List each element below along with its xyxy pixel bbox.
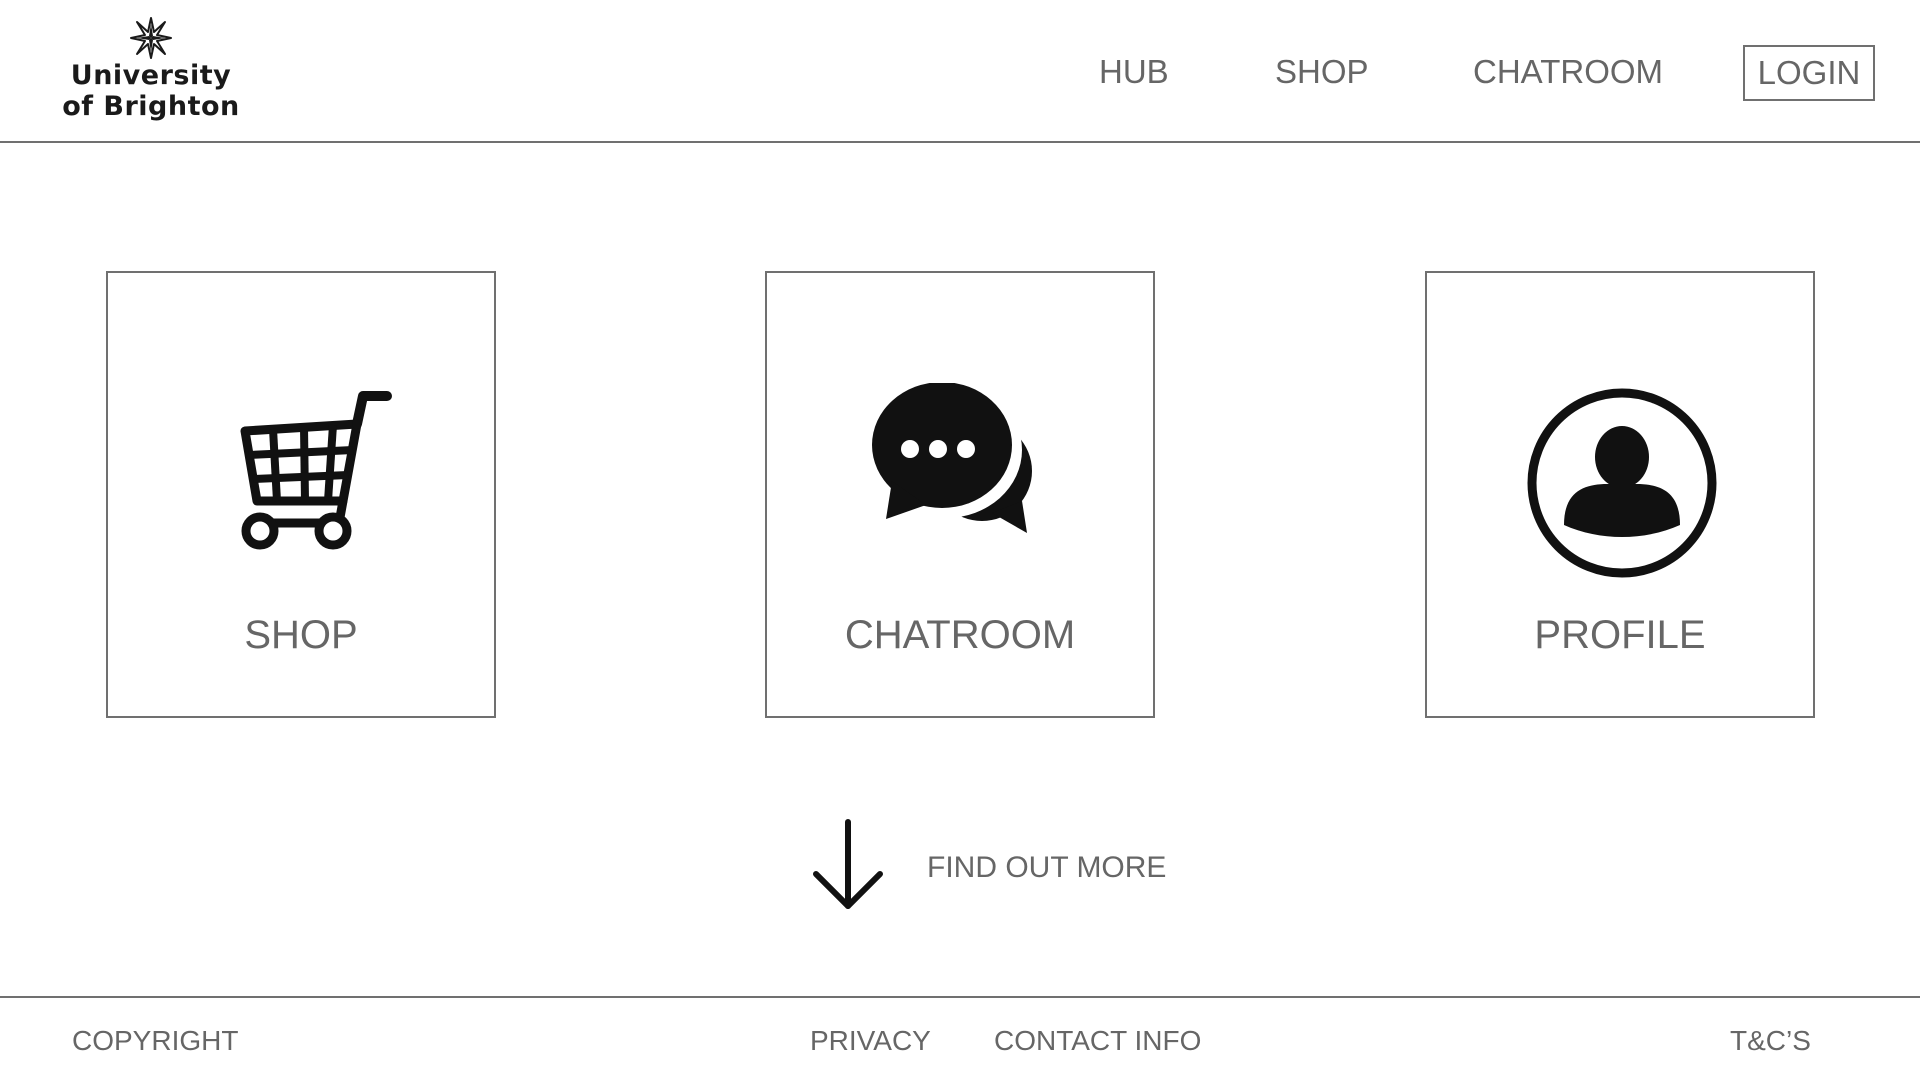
star-icon [130, 17, 172, 59]
nav-hub[interactable]: HUB [1099, 52, 1169, 92]
footer-terms-link[interactable]: T&C’S [1730, 1024, 1811, 1058]
profile-card[interactable]: PROFILE [1425, 271, 1815, 718]
find-out-more-label: FIND OUT MORE [927, 851, 1167, 884]
chatroom-card-label: CHATROOM [844, 613, 1076, 657]
logo-line-2: of Brighton [62, 91, 240, 122]
footer-privacy-link[interactable]: PRIVACY [810, 1024, 931, 1058]
chat-bubbles-icon [870, 383, 1032, 533]
page: University of Brighton HUB SHOP CHATROOM… [0, 0, 1920, 1080]
chatroom-card[interactable]: CHATROOM [765, 271, 1155, 718]
footer: COPYRIGHT PRIVACY CONTACT INFO T&C’S [0, 996, 1920, 1080]
arrow-down-icon [813, 819, 883, 909]
login-button[interactable]: LOGIN [1743, 45, 1875, 101]
nav-shop[interactable]: SHOP [1275, 52, 1369, 92]
footer-copyright: COPYRIGHT [72, 1025, 239, 1056]
shop-card-label: SHOP [244, 613, 358, 657]
shop-card[interactable]: SHOP [106, 271, 496, 718]
profile-card-label: PROFILE [1534, 613, 1706, 657]
footer-contact-link[interactable]: CONTACT INFO [994, 1024, 1201, 1058]
user-profile-icon [1527, 388, 1717, 578]
university-logo[interactable]: University of Brighton [60, 16, 242, 124]
nav-chatroom[interactable]: CHATROOM [1473, 52, 1663, 92]
shopping-cart-icon [240, 391, 392, 550]
header: University of Brighton HUB SHOP CHATROOM… [0, 0, 1920, 143]
logo-line-1: University [70, 60, 232, 91]
